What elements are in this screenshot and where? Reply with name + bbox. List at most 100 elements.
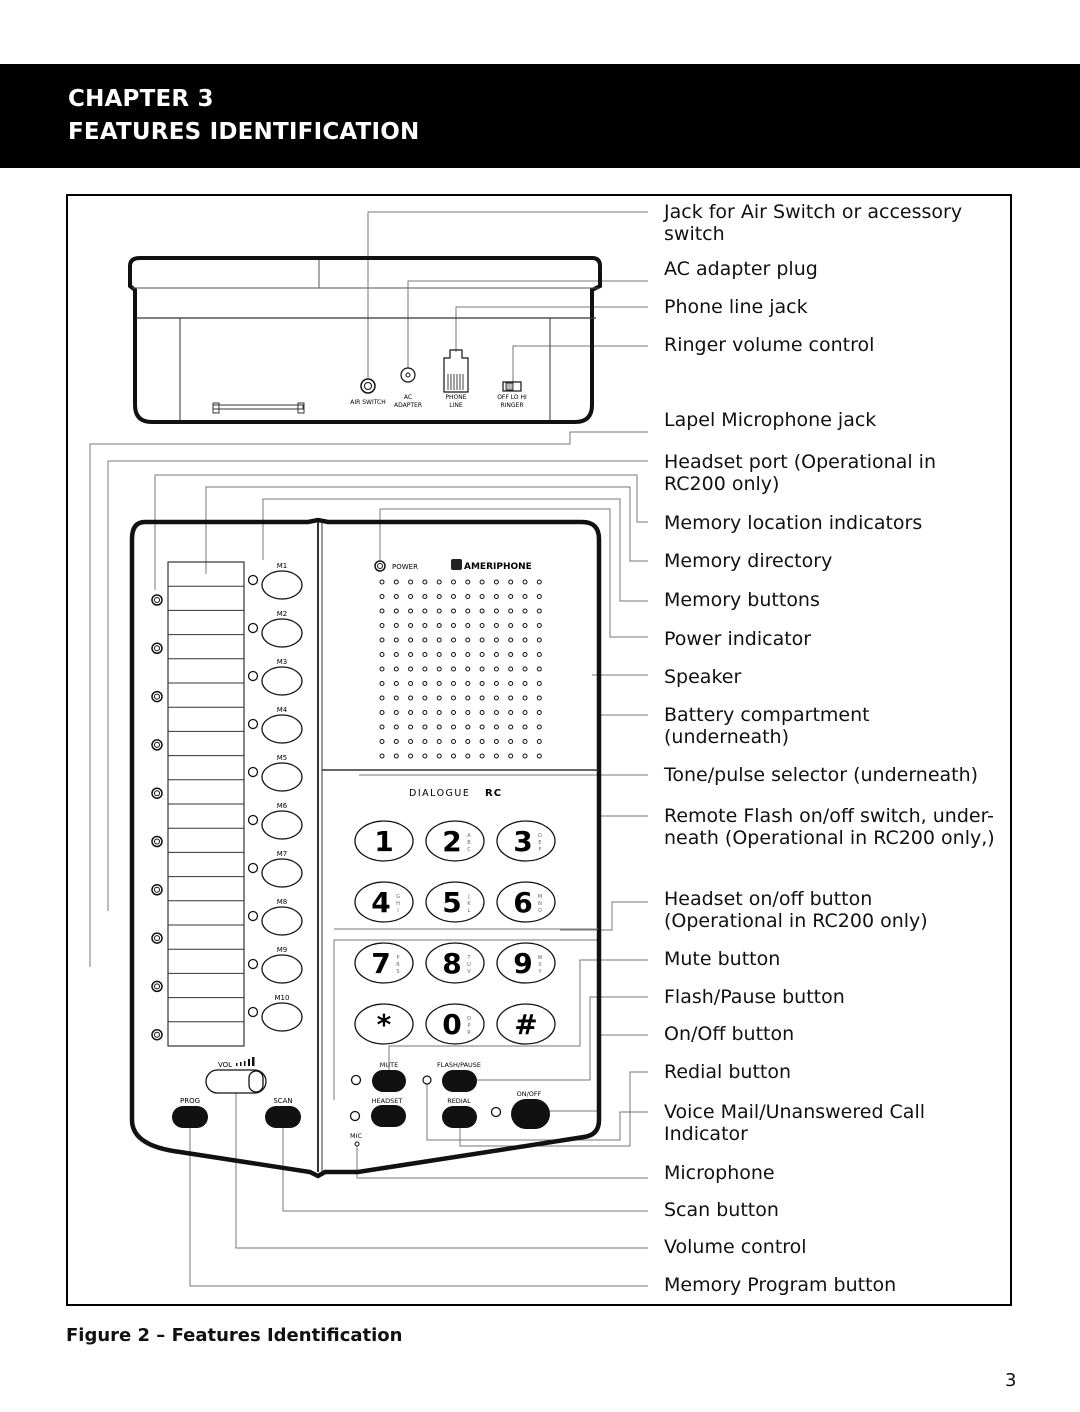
onoff-button[interactable]	[511, 1099, 550, 1129]
page-number: 3	[1005, 1370, 1017, 1391]
speaker-hole	[479, 724, 485, 730]
leader-line	[560, 901, 648, 931]
speaker-hole	[451, 739, 456, 744]
mute-button[interactable]	[372, 1070, 406, 1092]
speaker-hole	[422, 724, 428, 730]
speaker-grille	[379, 579, 542, 759]
leader-line	[455, 306, 648, 352]
speaker-hole	[408, 666, 414, 672]
key-digit: 1	[374, 825, 393, 858]
scan-button[interactable]	[265, 1106, 301, 1128]
speaker-hole	[393, 724, 399, 730]
keypad-key-star[interactable]: *	[354, 1003, 414, 1045]
speaker-hole	[451, 753, 456, 759]
keypad-key-2[interactable]: 2 ABC	[425, 820, 485, 862]
speaker-hole	[522, 681, 528, 686]
key-digit: #	[514, 1008, 537, 1041]
memory-button-m3[interactable]: M3	[247, 658, 303, 696]
speaker-hole	[493, 739, 499, 744]
speaker-hole	[522, 739, 528, 744]
memory-button-m9[interactable]: M9	[247, 946, 303, 984]
memory-location-indicator	[151, 642, 163, 655]
key-digit: 6	[513, 886, 532, 919]
speaker-hole	[465, 608, 471, 614]
keypad-key-6[interactable]: 6 MNO	[496, 881, 556, 923]
speaker-hole	[508, 739, 514, 744]
memory-led	[247, 622, 259, 634]
key-digit: 5	[442, 886, 461, 919]
speaker-hole	[493, 681, 499, 686]
speaker-hole	[536, 637, 542, 643]
keypad-key-9[interactable]: 9 WXY	[496, 942, 556, 984]
speaker-hole	[451, 637, 456, 643]
headset-button[interactable]	[371, 1105, 406, 1127]
callout-label: Power indicator	[664, 628, 812, 650]
callout-label: Phone line jack	[664, 296, 808, 318]
memory-button-m7[interactable]: M7	[247, 850, 303, 888]
volume-slider[interactable]	[205, 1069, 267, 1094]
key-letter: V	[467, 969, 471, 975]
redial-button[interactable]	[442, 1106, 477, 1128]
memory-button-m10[interactable]: M10	[247, 994, 303, 1032]
keypad-key-3[interactable]: 3 DEF	[496, 820, 556, 862]
speaker-hole	[422, 739, 428, 744]
speaker-hole	[508, 681, 514, 686]
leader-line	[89, 431, 648, 967]
speaker-hole	[536, 666, 542, 672]
ac-adapter-jack-icon	[400, 367, 416, 383]
svg-text:REDIAL: REDIAL	[447, 1097, 471, 1105]
key-letter: S	[396, 969, 399, 975]
memory-button-label: M10	[275, 994, 290, 1002]
speaker-hole	[436, 753, 442, 759]
key-letter: J	[467, 894, 469, 900]
speaker-hole	[465, 652, 471, 657]
memory-button-label: M3	[277, 658, 288, 666]
keypad-key-pound[interactable]: #	[496, 1003, 556, 1045]
keypad-key-8[interactable]: 8 TUV	[425, 942, 485, 984]
speaker-hole	[465, 724, 471, 730]
keypad-key-4[interactable]: 4 GHI	[354, 881, 414, 923]
speaker-hole	[522, 608, 528, 614]
key-letter: R	[396, 962, 400, 968]
memory-led	[247, 1006, 259, 1018]
speaker-hole	[422, 695, 428, 701]
memory-directory	[167, 561, 245, 1047]
speaker-hole	[522, 753, 528, 759]
callout-label: Flash/Pause button	[664, 986, 845, 1008]
svg-text:OFF LO HI: OFF LO HI	[497, 394, 527, 401]
prog-button[interactable]	[172, 1106, 208, 1128]
speaker-hole	[465, 710, 471, 715]
flash-pause-button[interactable]	[442, 1070, 477, 1092]
memory-button-m5[interactable]: M5	[247, 754, 303, 792]
speaker-hole	[408, 652, 414, 657]
speaker-hole	[451, 724, 456, 730]
keypad-key-7[interactable]: 7 PRS	[354, 942, 414, 984]
key-letter: I	[397, 908, 398, 914]
onoff-indicator	[490, 1106, 502, 1118]
key-letter: U	[467, 962, 471, 968]
memory-button-m6[interactable]: M6	[247, 802, 303, 840]
speaker-hole	[479, 594, 485, 599]
memory-button-m4[interactable]: M4	[247, 706, 303, 744]
memory-button-m1[interactable]: M1	[247, 562, 303, 600]
leader-line	[367, 211, 648, 378]
speaker-hole	[508, 753, 514, 759]
keypad-key-1[interactable]: 1	[354, 820, 414, 862]
leader-lines	[89, 211, 648, 1287]
callout-label: Memory buttons	[664, 589, 820, 611]
callout-label: Headset port (Operational in RC200 only)	[664, 451, 936, 495]
keypad-key-0[interactable]: 0 OPR	[425, 1003, 485, 1045]
memory-led	[247, 910, 259, 922]
speaker-hole	[522, 623, 528, 628]
speaker-hole	[408, 753, 414, 759]
speaker-hole	[493, 710, 499, 715]
memory-button-m8[interactable]: M8	[247, 898, 303, 936]
speaker-hole	[393, 695, 399, 701]
speaker-hole	[379, 753, 385, 759]
leader-line	[407, 280, 648, 368]
memory-button-m2[interactable]: M2	[247, 610, 303, 648]
speaker-hole	[408, 710, 414, 715]
callout-label: Speaker	[664, 666, 742, 688]
speaker-hole	[379, 579, 385, 585]
keypad-key-5[interactable]: 5 JKL	[425, 881, 485, 923]
